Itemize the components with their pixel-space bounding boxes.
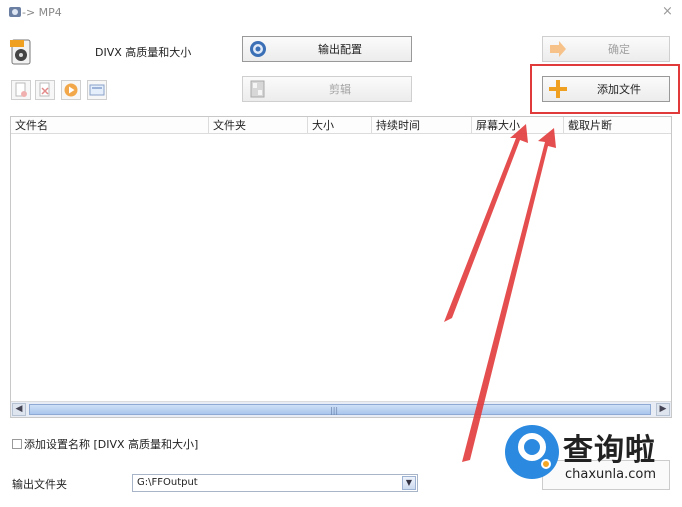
horizontal-scrollbar[interactable]: ◀ ||| ▶ (11, 401, 671, 417)
chevron-down-icon[interactable]: ▼ (402, 476, 416, 490)
watermark-cn-text: 查询啦 (563, 433, 656, 468)
file-list[interactable]: 文件名 文件夹 大小 持续时间 屏幕大小 截取片断 ◀ ||| ▶ (10, 116, 672, 418)
confirm-label: 确定 (608, 43, 630, 56)
watermark: 查询啦 chaxunla.com (505, 423, 677, 487)
window-title: -> MP4 (22, 6, 62, 19)
cut-button[interactable]: 剪辑 (242, 76, 412, 102)
add-file-highlight-box (530, 64, 680, 114)
add-setting-name-label: 添加设置名称 [DIVX 高质量和大小] (24, 438, 199, 451)
title-bar: -> MP4 × (0, 0, 682, 26)
output-config-icon (250, 41, 266, 57)
scroll-grip-icon: ||| (330, 406, 339, 415)
media-info-tool[interactable] (87, 80, 107, 100)
remove-file-icon (15, 82, 27, 97)
close-icon[interactable]: × (662, 4, 673, 19)
confirm-button[interactable]: 确定 (542, 36, 670, 62)
output-folder-select[interactable]: G:\FFOutput ▼ (132, 474, 418, 492)
output-folder-label: 输出文件夹 (12, 478, 67, 491)
output-config-label: 输出配置 (318, 43, 362, 56)
column-header-size[interactable]: 大小 (308, 117, 372, 134)
film-cut-icon (250, 80, 265, 98)
column-header-folder[interactable]: 文件夹 (209, 117, 308, 134)
add-setting-name-checkbox[interactable] (12, 439, 22, 449)
cut-label: 剪辑 (329, 83, 351, 96)
scroll-left-icon[interactable]: ◀ (12, 403, 26, 416)
output-folder-value: G:\FFOutput (137, 477, 198, 488)
column-header-clip[interactable]: 截取片断 (564, 117, 671, 134)
clear-list-icon (39, 82, 50, 97)
output-config-button[interactable]: 输出配置 (242, 36, 412, 62)
remove-file-tool[interactable] (11, 80, 31, 100)
add-setting-name-option[interactable]: 添加设置名称 [DIVX 高质量和大小] (12, 436, 198, 452)
media-info-icon (89, 84, 105, 96)
column-header-filename[interactable]: 文件名 (11, 117, 209, 134)
scroll-right-icon[interactable]: ▶ (656, 403, 670, 416)
column-header-duration[interactable]: 持续时间 (372, 117, 472, 134)
watermark-en-text: chaxunla.com (565, 467, 656, 482)
play-icon (64, 83, 78, 97)
profile-label: DIVX 高质量和大小 (95, 46, 192, 59)
play-tool[interactable] (61, 80, 81, 100)
column-header-screen-size[interactable]: 屏幕大小 (472, 117, 564, 134)
format-profile-icon (10, 39, 31, 65)
confirm-arrow-icon (550, 41, 566, 57)
clear-list-tool[interactable] (35, 80, 55, 100)
scroll-thumb[interactable]: ||| (29, 404, 651, 415)
app-icon (9, 7, 21, 17)
file-list-header: 文件名 文件夹 大小 持续时间 屏幕大小 截取片断 (11, 117, 671, 134)
